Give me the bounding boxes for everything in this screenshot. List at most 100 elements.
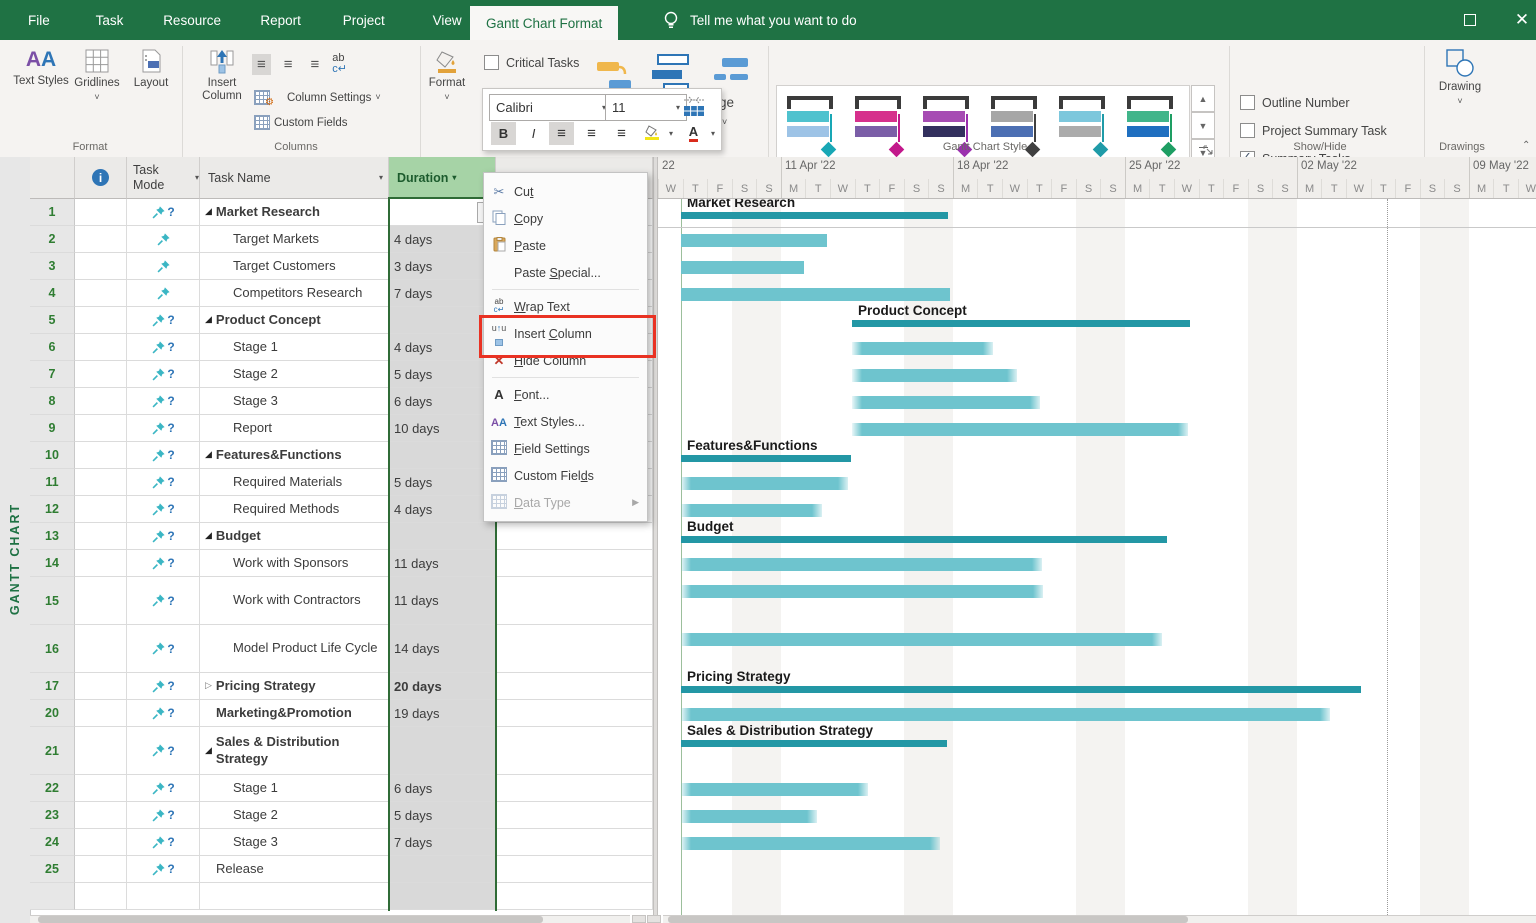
task-name-cell[interactable] (200, 883, 389, 910)
context-menu-item-copy[interactable]: Copy (484, 205, 647, 232)
duration-column-header[interactable]: Duration▾ (389, 157, 496, 199)
menu-view[interactable]: View (419, 0, 476, 40)
task-mode-cell[interactable]: ? (127, 673, 200, 700)
context-menu-item-field-settings[interactable]: Field Settings (484, 435, 647, 462)
row-number[interactable]: 6 (30, 334, 75, 361)
duration-filter-arrow[interactable]: ▾ (452, 173, 456, 182)
collapse-outline-icon[interactable]: ◢ (205, 530, 212, 541)
task-mode-cell[interactable]: ? (127, 361, 200, 388)
task-mode-cell[interactable]: ? (127, 802, 200, 829)
task-bar[interactable] (681, 558, 1042, 571)
add-column-cell[interactable] (496, 802, 653, 829)
info-cell[interactable] (75, 625, 127, 673)
task-name-cell[interactable]: Stage 1 (200, 775, 389, 802)
task-bar[interactable] (681, 585, 1043, 598)
summary-bar[interactable] (852, 320, 1190, 327)
row-number[interactable]: 21 (30, 727, 75, 775)
duration-cell[interactable]: 11 days (389, 577, 496, 625)
font-size-combo[interactable]: 11▾ (605, 94, 687, 121)
duration-cell[interactable]: 20 days (389, 673, 496, 700)
collapse-outline-icon[interactable]: ◢ (205, 314, 212, 325)
add-column-cell[interactable] (496, 883, 653, 910)
tab-gantt-chart-format[interactable]: Gantt Chart Format (470, 6, 618, 40)
info-cell[interactable] (75, 775, 127, 802)
collapse-ribbon-button[interactable]: ⌃ (1522, 140, 1530, 151)
font-color-button[interactable]: A (681, 122, 706, 145)
context-menu-item-font[interactable]: AFont... (484, 381, 647, 408)
add-column-cell[interactable] (496, 700, 653, 727)
duration-cell[interactable]: 5 days (389, 361, 496, 388)
row-number[interactable]: 4 (30, 280, 75, 307)
info-cell[interactable] (75, 469, 127, 496)
collapse-outline-icon[interactable]: ◢ (205, 745, 212, 756)
task-bar[interactable] (681, 837, 940, 850)
task-mode-cell[interactable]: ? (127, 307, 200, 334)
task-mode-filter-arrow[interactable]: ▾ (195, 173, 199, 182)
close-window-button[interactable]: ✕ (1500, 0, 1536, 40)
font-color-chevron[interactable]: ▾ (707, 122, 719, 145)
row-number[interactable]: 2 (30, 226, 75, 253)
task-bar[interactable] (681, 288, 950, 301)
table-hscrollbar-thumb[interactable] (38, 916, 543, 923)
task-mode-cell[interactable]: ? (127, 700, 200, 727)
task-bar[interactable] (681, 504, 822, 517)
bold-button[interactable]: B (491, 122, 516, 145)
scroll-right-button[interactable] (647, 915, 661, 923)
task-bar[interactable] (852, 396, 1040, 409)
row-number[interactable]: 7 (30, 361, 75, 388)
row-number[interactable]: 24 (30, 829, 75, 856)
row-number[interactable]: 16 (30, 625, 75, 673)
align-right-button[interactable]: ≡ (306, 54, 325, 75)
row-number[interactable]: 1 (30, 199, 75, 226)
task-bar[interactable] (681, 810, 817, 823)
drawing-button[interactable]: Drawing ˅ (1432, 48, 1488, 106)
info-cell[interactable] (75, 199, 127, 226)
task-mode-cell[interactable]: ? (127, 550, 200, 577)
duration-cell[interactable] (389, 727, 496, 775)
task-mode-cell[interactable] (127, 280, 200, 307)
task-mode-cell[interactable] (127, 883, 200, 910)
background-color-button[interactable] (639, 122, 664, 145)
task-name-cell[interactable]: Stage 3 (200, 388, 389, 415)
task-mode-cell[interactable]: ? (127, 388, 200, 415)
info-cell[interactable] (75, 388, 127, 415)
duration-cell[interactable]: 14 days (389, 625, 496, 673)
info-cell[interactable] (75, 361, 127, 388)
row-number[interactable]: 9 (30, 415, 75, 442)
task-mode-cell[interactable]: ? (127, 199, 200, 226)
row-number[interactable]: 13 (30, 523, 75, 550)
task-mode-cell[interactable] (127, 226, 200, 253)
add-column-cell[interactable] (496, 523, 653, 550)
task-mode-cell[interactable]: ? (127, 775, 200, 802)
info-cell[interactable] (75, 334, 127, 361)
layout-button[interactable]: Layout (126, 48, 176, 90)
task-mode-cell[interactable]: ? (127, 523, 200, 550)
task-bar[interactable] (852, 423, 1188, 436)
task-bar[interactable] (681, 783, 868, 796)
duration-cell[interactable]: 7 days (389, 280, 496, 307)
critical-tasks-checkbox[interactable]: Critical Tasks (484, 55, 579, 70)
task-mode-cell[interactable]: ? (127, 442, 200, 469)
menu-project[interactable]: Project (329, 0, 399, 40)
info-cell[interactable] (75, 415, 127, 442)
duration-cell[interactable]: 4 days (389, 226, 496, 253)
task-mode-cell[interactable] (127, 253, 200, 280)
task-mode-cell[interactable]: ? (127, 625, 200, 673)
checkbox-outline-number[interactable]: Outline Number (1240, 95, 1350, 110)
duration-cell[interactable]: 10 days (389, 415, 496, 442)
gallery-scroll-down-button[interactable]: ▼ (1191, 112, 1215, 139)
menu-task[interactable]: Task (82, 0, 138, 40)
duration-cell[interactable]: 7 days (389, 829, 496, 856)
mini-align-right-button[interactable]: ≡ (609, 122, 634, 145)
task-name-cell[interactable]: Required Materials (200, 469, 389, 496)
task-mode-cell[interactable]: ? (127, 577, 200, 625)
task-name-cell[interactable]: Stage 2 (200, 802, 389, 829)
info-cell[interactable] (75, 829, 127, 856)
context-menu-item-text-styles[interactable]: AAText Styles... (484, 408, 647, 435)
duration-cell[interactable] (389, 883, 496, 910)
insert-column-button[interactable]: Insert Column (196, 48, 248, 103)
task-name-cell[interactable]: Stage 3 (200, 829, 389, 856)
duration-cell[interactable]: 11 days (389, 550, 496, 577)
task-mode-cell[interactable]: ? (127, 829, 200, 856)
info-cell[interactable] (75, 550, 127, 577)
